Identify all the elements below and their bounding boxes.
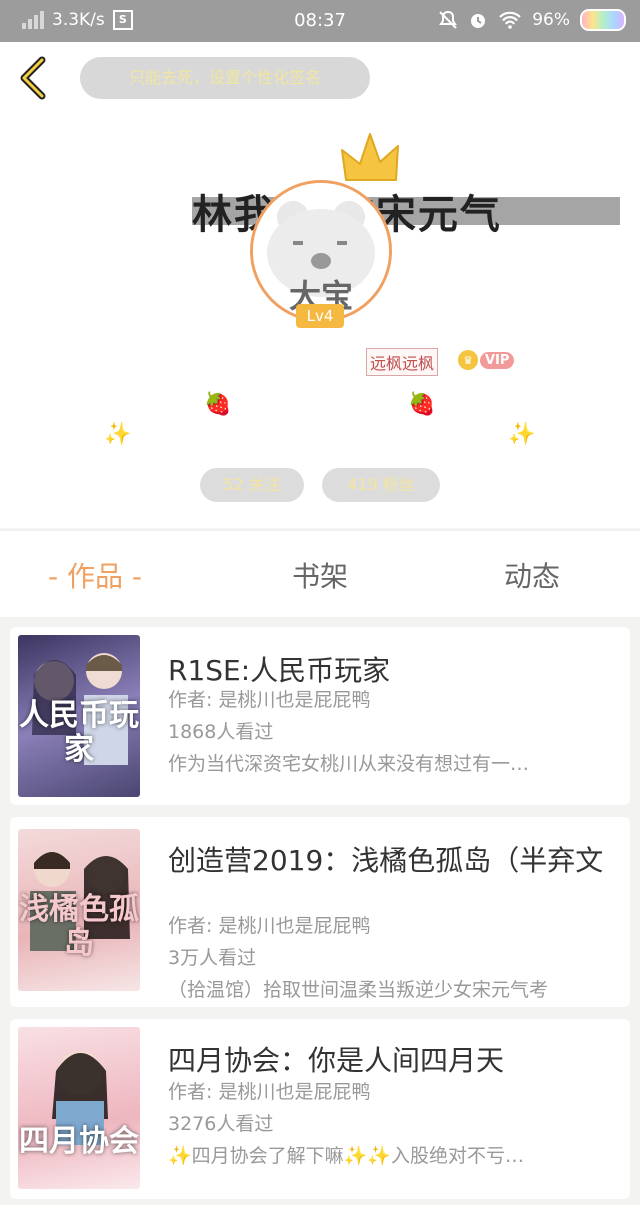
work-card[interactable]: 人民币玩家 R1SE:人民币玩家 作者: 是桃川也是屁屁鸭 1868人看过 作为…	[10, 627, 630, 805]
work-title: 四月协会：你是人间四月天	[168, 1044, 505, 1077]
work-title: R1SE:人民币玩家	[168, 654, 391, 687]
work-views: 1868人看过	[168, 721, 274, 743]
work-author: 作者: 是桃川也是屁屁鸭	[168, 689, 371, 711]
work-summary: ✨四月协会了解下嘛✨✨入股绝对不亏…	[168, 1145, 524, 1167]
crown-coin-icon: ♛	[458, 350, 478, 370]
cover-title: 四月协会	[19, 1124, 139, 1159]
cover-title: 人民币玩家	[19, 698, 139, 767]
followers-count-button[interactable]: 419 粉丝	[322, 468, 440, 502]
work-title: 创造营2019：浅橘色孤岛（半弃文	[168, 844, 604, 877]
tab-activity[interactable]: 动态	[504, 555, 560, 595]
work-views: 3万人看过	[168, 947, 257, 969]
book-cover: 四月协会	[18, 1027, 140, 1189]
book-cover: 人民币玩家	[18, 635, 140, 797]
status-bar: 3.3K/s S 08:37 96%	[0, 0, 640, 42]
work-card[interactable]: 浅橘色孤岛 创造营2019：浅橘色孤岛（半弃文 作者: 是桃川也是屁屁鸭 3万人…	[10, 817, 630, 1007]
strawberry-icon: 🍓	[204, 392, 232, 417]
work-card[interactable]: 四月协会 四月协会：你是人间四月天 作者: 是桃川也是屁屁鸭 3276人看过 ✨…	[10, 1019, 630, 1199]
vip-badge[interactable]: ♛ VIP	[458, 348, 515, 372]
alarm-icon	[471, 14, 486, 28]
tab-works[interactable]: - 作品 -	[48, 555, 142, 595]
work-views: 3276人看过	[168, 1113, 274, 1135]
tab-bar: - 作品 - 书架 动态	[0, 530, 640, 617]
wifi-icon	[499, 11, 521, 29]
book-cover: 浅橘色孤岛	[18, 829, 140, 991]
cover-portrait-icon	[52, 1051, 108, 1145]
tab-bookshelf[interactable]: 书架	[292, 555, 348, 595]
following-count-button[interactable]: 52 关注	[200, 468, 304, 502]
back-arrow-icon[interactable]	[14, 56, 54, 100]
work-summary: 作为当代深资宅女桃川从来没有想过有一…	[168, 753, 530, 775]
sparkle-icon: ✨	[508, 422, 536, 447]
work-author: 作者: 是桃川也是屁屁鸭	[168, 1081, 371, 1103]
level-badge: Lv4	[296, 304, 344, 328]
profile-header: 只能去死，设置个性化签名 林我 喜欢宋元气 大宝 Lv4 远枫远枫 ♛ VIP …	[0, 42, 640, 528]
work-summary: （拾温馆）拾取世间温柔当叛逆少女宋元气考	[168, 979, 549, 1001]
mute-notification-icon	[439, 10, 458, 29]
battery-icon	[580, 9, 626, 31]
crown-icon	[341, 133, 399, 181]
avatar[interactable]: 大宝	[250, 180, 392, 322]
nickname: 远枫远枫	[366, 348, 439, 376]
sparkle-icon: ✨	[104, 422, 132, 447]
battery-percent: 96%	[532, 10, 570, 30]
cover-title: 浅橘色孤岛	[19, 892, 139, 961]
work-author: 作者: 是桃川也是屁屁鸭	[168, 915, 371, 937]
signature-input[interactable]: 只能去死，设置个性化签名	[80, 57, 370, 99]
strawberry-icon: 🍓	[408, 392, 436, 417]
